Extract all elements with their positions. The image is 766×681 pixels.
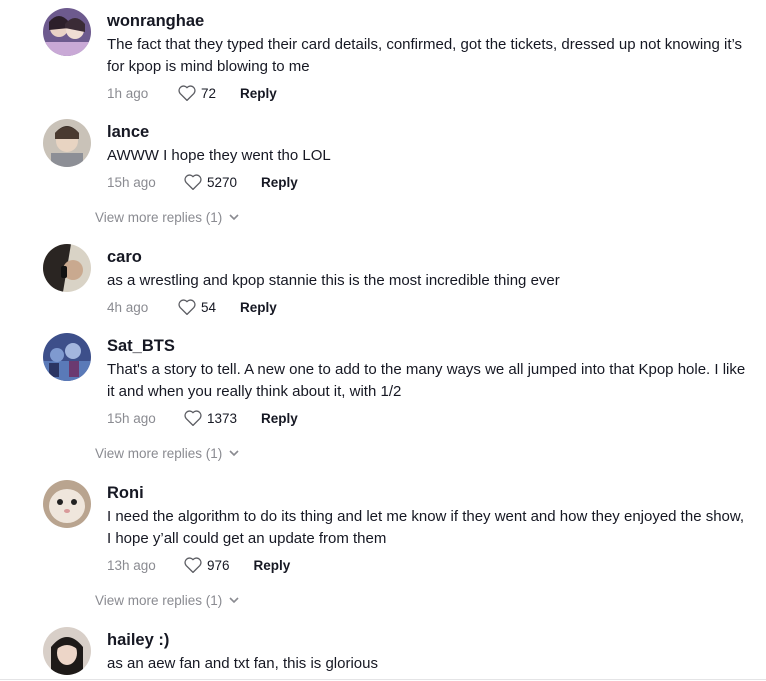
like-button[interactable]: 5270 xyxy=(183,173,237,191)
comment-username[interactable]: Sat_BTS xyxy=(107,335,748,357)
like-count: 976 xyxy=(207,557,230,573)
divider xyxy=(0,679,766,680)
avatar[interactable] xyxy=(43,333,91,381)
comment-time: 15h ago xyxy=(107,410,156,426)
comment-time: 15h ago xyxy=(107,174,156,190)
heart-outline-icon xyxy=(184,410,202,427)
like-button[interactable]: 976 xyxy=(183,556,230,574)
reply-button[interactable]: Reply xyxy=(240,86,277,101)
view-more-replies[interactable]: View more replies (1) xyxy=(95,207,240,227)
reply-button[interactable]: Reply xyxy=(261,175,298,190)
like-button[interactable]: 1373 xyxy=(183,409,237,427)
comment-text: AWWW I hope they went tho LOL xyxy=(107,147,331,164)
like-count: 1373 xyxy=(207,410,238,426)
reply-button[interactable]: Reply xyxy=(254,558,291,573)
comment-time: 13h ago xyxy=(107,557,156,573)
reply-button[interactable]: Reply xyxy=(240,300,277,315)
comment-text: The fact that they typed their card deta… xyxy=(107,36,743,75)
comment-body: Sat_BTS That's a story to tell. A new on… xyxy=(107,335,748,428)
comment-meta: 15h ago 5270 Reply xyxy=(107,172,748,192)
chevron-down-icon xyxy=(229,450,239,457)
like-count: 54 xyxy=(201,299,217,315)
comment-text: That's a story to tell. A new one to add… xyxy=(107,361,746,400)
view-more-replies-label: View more replies (1) xyxy=(95,209,223,225)
avatar[interactable] xyxy=(43,244,91,292)
heart-outline-icon xyxy=(178,299,196,316)
comment-meta: 1h ago 72 Reply xyxy=(107,83,748,103)
avatar[interactable] xyxy=(43,480,91,528)
comment-meta: 13h ago 976 Reply xyxy=(107,555,748,575)
comment-username[interactable]: Roni xyxy=(107,482,748,504)
comment-username[interactable]: wonranghae xyxy=(107,10,748,32)
comment-body: wonranghae The fact that they typed thei… xyxy=(107,10,748,103)
view-more-replies[interactable]: View more replies (1) xyxy=(95,590,240,610)
chevron-down-icon xyxy=(229,214,239,221)
comment-body: caro as a wrestling and kpop stannie thi… xyxy=(107,246,748,317)
comment-meta: 4h ago 54 Reply xyxy=(107,297,748,317)
avatar[interactable] xyxy=(43,119,91,167)
heart-outline-icon xyxy=(184,557,202,574)
comment-text: as a wrestling and kpop stannie this is … xyxy=(107,272,560,289)
view-more-replies[interactable]: View more replies (1) xyxy=(95,443,240,463)
chevron-down-icon xyxy=(229,597,239,604)
like-button[interactable]: 72 xyxy=(177,84,216,102)
reply-button[interactable]: Reply xyxy=(261,411,298,426)
like-count: 72 xyxy=(201,85,217,101)
like-count: 5270 xyxy=(207,174,238,190)
comment-username[interactable]: hailey :) xyxy=(107,629,748,651)
comment-body: lance AWWW I hope they went tho LOL 15h … xyxy=(107,121,748,192)
comment-body: Roni I need the algorithm to do its thin… xyxy=(107,482,748,575)
heart-outline-icon xyxy=(178,85,196,102)
view-more-replies-label: View more replies (1) xyxy=(95,445,223,461)
like-button[interactable]: 54 xyxy=(177,298,216,316)
comment-username[interactable]: lance xyxy=(107,121,748,143)
comment-text: I need the algorithm to do its thing and… xyxy=(107,508,745,547)
comment-text: as an aew fan and txt fan, this is glori… xyxy=(107,655,378,672)
comment-time: 4h ago xyxy=(107,299,149,315)
view-more-replies-label: View more replies (1) xyxy=(95,592,223,608)
avatar[interactable] xyxy=(43,627,91,675)
heart-outline-icon xyxy=(184,174,202,191)
avatar[interactable] xyxy=(43,8,91,56)
comment-body: hailey :) as an aew fan and txt fan, thi… xyxy=(107,629,748,675)
comment-meta: 15h ago 1373 Reply xyxy=(107,408,748,428)
comment-time: 1h ago xyxy=(107,85,149,101)
comment-username[interactable]: caro xyxy=(107,246,748,268)
